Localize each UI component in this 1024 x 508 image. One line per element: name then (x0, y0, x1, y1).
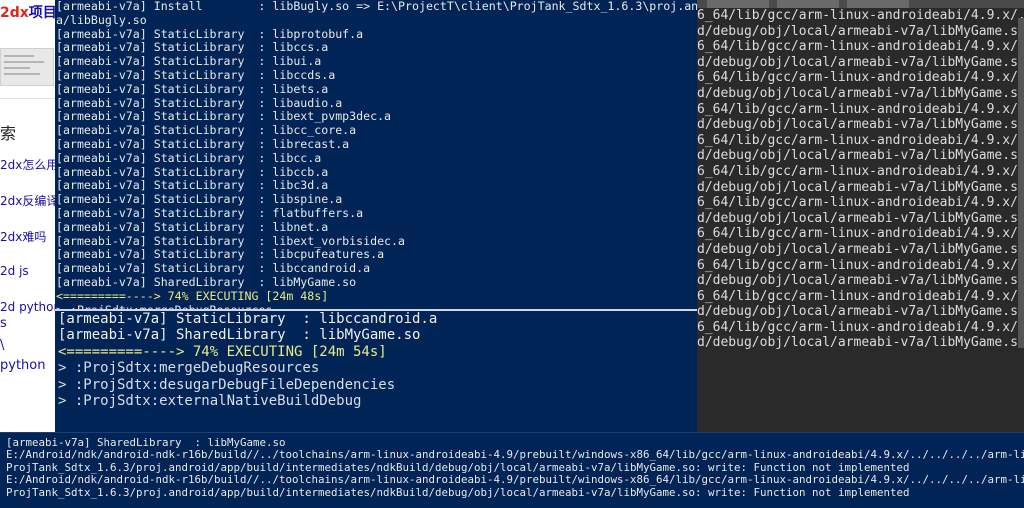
build-task-line: > :ProjSdtx:desugarDebugFileDependencies (58, 376, 396, 393)
console-line: 6_64/lib/gcc/arm-linux-androideabi/4.9.x… (697, 195, 1024, 211)
console-line: d/debug/obj/local/armeabi-v7a/libMyGame.… (697, 179, 1024, 195)
console-tab[interactable] (777, 0, 839, 8)
build-progress-line: <=========----> 74% EXECUTING [24m 48s] (56, 288, 329, 303)
console-line: d/debug/obj/local/armeabi-v7a/libMyGame.… (697, 335, 1024, 351)
divider (0, 98, 60, 99)
console-line: [armeabi-v7a] StaticLibrary : libc3d.a (56, 178, 329, 193)
console-line: a/libBugly.so (56, 12, 147, 27)
related-search-link[interactable]: s (0, 316, 7, 331)
related-search-link[interactable]: 2d js (0, 264, 29, 278)
related-search-link[interactable]: 2d python (0, 300, 60, 314)
console-line: [armeabi-v7a] StaticLibrary : libccandro… (56, 261, 371, 276)
console-line: [armeabi-v7a] StaticLibrary : libnet.a (56, 219, 329, 234)
console-line: 6_64/lib/gcc/arm-linux-androideabi/4.9.x… (697, 8, 1024, 23)
related-search-link[interactable]: python (0, 358, 45, 373)
console-line: [armeabi-v7a] StaticLibrary : libcpufeat… (56, 247, 385, 262)
console-line: 6_64/lib/gcc/arm-linux-androideabi/4.9.x… (697, 319, 1024, 335)
console-line: [armeabi-v7a] StaticLibrary : libccs.a (56, 40, 329, 55)
console-line: 6_64/lib/gcc/arm-linux-androideabi/4.9.x… (697, 226, 1024, 242)
console-line: [armeabi-v7a] StaticLibrary : libspine.a (56, 192, 343, 207)
title-accent: 2dx (0, 5, 29, 21)
console-line: [armeabi-v7a] StaticLibrary : libcc_core… (56, 123, 357, 138)
browser-window: 2dx项目名 索 2dx怎么用 2dx反编译 2dx难吗 2d js 2d py… (0, 0, 60, 440)
console-line: d/debug/obj/local/armeabi-v7a/libMyGame.… (697, 241, 1024, 257)
bottom-console-window: [armeabi-v7a] SharedLibrary : libMyGame.… (0, 432, 1024, 508)
search-section-heading: 索 (0, 124, 17, 143)
thumbnail-image (0, 48, 54, 86)
related-search-link[interactable]: 2dx反编译 (0, 192, 58, 209)
console-line: [armeabi-v7a] StaticLibrary : libext_pvm… (56, 109, 392, 124)
console-line: [armeabi-v7a] StaticLibrary : libets.a (56, 81, 329, 96)
console-line: [armeabi-v7a] StaticLibrary : libprotobu… (56, 26, 364, 41)
console-line: [armeabi-v7a] StaticLibrary : libccb.a (56, 164, 329, 179)
console-line: [armeabi-v7a] StaticLibrary : libccds.a (56, 67, 336, 82)
console-line: ProjTank_Sdtx_1.6.3/proj.android/app/bui… (6, 485, 910, 499)
console-line: d/debug/obj/local/armeabi-v7a/libMyGame.… (697, 54, 1024, 70)
right-console-window: 6_64/lib/gcc/arm-linux-androideabi/4.9.x… (697, 8, 1024, 432)
console-line: d/debug/obj/local/armeabi-v7a/libMyGame.… (697, 273, 1024, 289)
console-line: [armeabi-v7a] StaticLibrary : libui.a (56, 54, 322, 69)
related-search-link[interactable]: 2dx怎么用 (0, 156, 58, 173)
build-task-line: > :ProjSdtx:externalNativeBuildDebug (58, 393, 362, 410)
console-line: 6_64/lib/gcc/arm-linux-androideabi/4.9.x… (697, 163, 1024, 179)
console-tab[interactable] (847, 0, 909, 8)
related-search-link[interactable]: 2dx难吗 (0, 228, 46, 245)
build-progress-line: <=========----> 74% EXECUTING [24m 54s] (58, 343, 387, 360)
console-line: [armeabi-v7a] StaticLibrary : flatbuffer… (56, 205, 364, 220)
build-console-window: [armeabi-v7a] Install : libBugly.so => E… (55, 0, 697, 312)
console-line: [armeabi-v7a] SharedLibrary : libMyGame.… (58, 327, 421, 344)
console-line: 6_64/lib/gcc/arm-linux-androideabi/4.9.x… (697, 39, 1024, 55)
console-line: [armeabi-v7a] StaticLibrary : libext_vor… (56, 233, 406, 248)
console-line: E:/Android/ndk/android-ndk-r16b/build//.… (6, 473, 1024, 487)
console-line: [armeabi-v7a] StaticLibrary : libaudio.a (56, 95, 343, 110)
console-line: 6_64/lib/gcc/arm-linux-androideabi/4.9.x… (697, 288, 1024, 304)
console-line: d/debug/obj/local/armeabi-v7a/libMyGame.… (697, 23, 1024, 39)
console-tab[interactable] (707, 0, 769, 8)
console-line: E:/Android/ndk/android-ndk-r16b/build//.… (6, 448, 1024, 462)
related-search-link[interactable]: \ (0, 338, 4, 353)
console-tab-strip (697, 0, 1024, 8)
vertical-scrollbar[interactable] (1018, 18, 1024, 348)
console-line: [armeabi-v7a] StaticLibrary : librecast.… (56, 136, 350, 151)
build-task-line: > :ProjSdtx:mergeDebugResources (58, 360, 320, 377)
console-line: [armeabi-v7a] Install : libBugly.so => E… (56, 0, 697, 13)
console-line: d/debug/obj/local/armeabi-v7a/libMyGame.… (697, 148, 1024, 164)
console-line: d/debug/obj/local/armeabi-v7a/libMyGame.… (697, 117, 1024, 133)
console-line: d/debug/obj/local/armeabi-v7a/libMyGame.… (697, 304, 1024, 320)
console-line: 6_64/lib/gcc/arm-linux-androideabi/4.9.x… (697, 132, 1024, 148)
console-line: 6_64/lib/gcc/arm-linux-androideabi/4.9.x… (697, 101, 1024, 117)
browser-page-title[interactable]: 2dx项目名 (0, 2, 60, 22)
console-line: d/debug/obj/local/armeabi-v7a/libMyGame.… (697, 85, 1024, 101)
console-line: d/debug/obj/local/armeabi-v7a/libMyGame.… (697, 210, 1024, 226)
console-line: 6_64/lib/gcc/arm-linux-androideabi/4.9.x… (697, 257, 1024, 273)
console-line: [armeabi-v7a] StaticLibrary : libccandro… (58, 311, 438, 327)
console-line: [armeabi-v7a] StaticLibrary : libcc.a (56, 150, 322, 165)
console-line: [armeabi-v7a] SharedLibrary : libMyGame.… (56, 274, 357, 289)
zoomed-console-window: [armeabi-v7a] StaticLibrary : libccandro… (55, 309, 697, 435)
console-line: 6_64/lib/gcc/arm-linux-androideabi/4.9.x… (697, 70, 1024, 86)
